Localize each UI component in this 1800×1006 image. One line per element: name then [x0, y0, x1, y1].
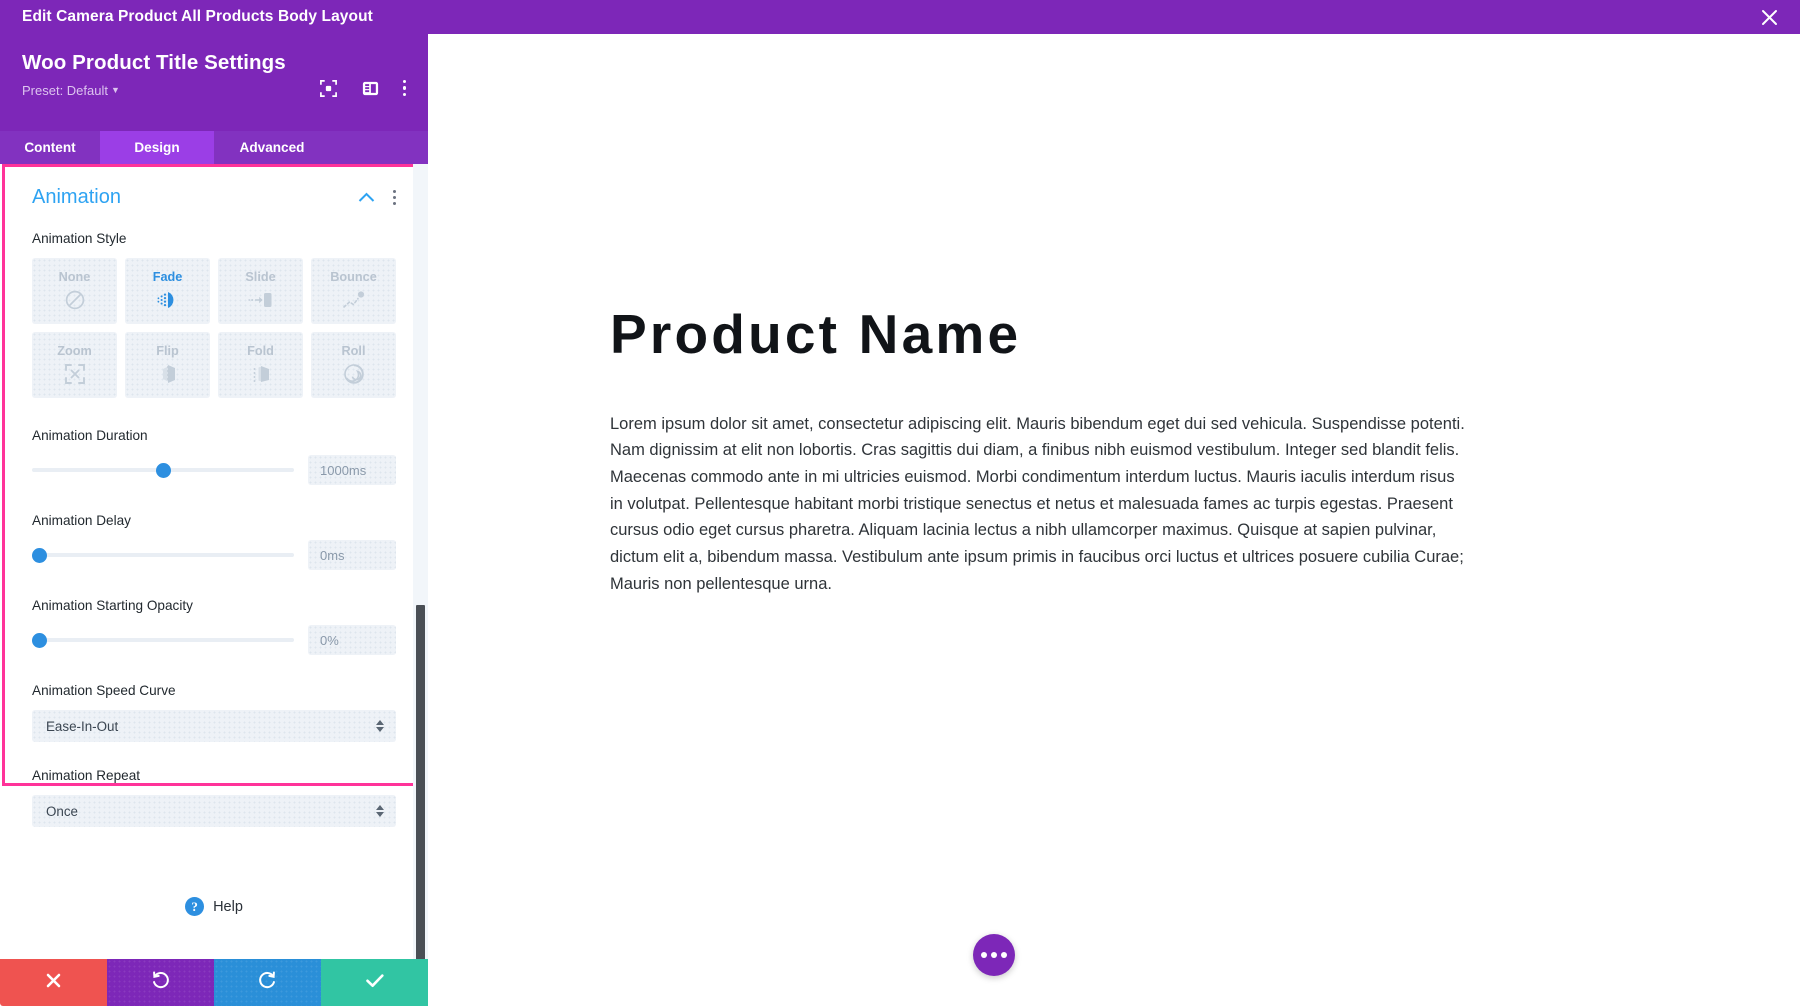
animation-duration-slider[interactable]: [32, 461, 294, 479]
undo-button[interactable]: [107, 959, 214, 1006]
redo-button[interactable]: [214, 959, 321, 1006]
no-entry-icon: [64, 287, 86, 313]
animation-repeat-select[interactable]: Once: [32, 795, 396, 827]
animation-option-bounce[interactable]: Bounce: [311, 258, 396, 324]
cancel-button[interactable]: [0, 959, 107, 1006]
animation-option-label: Bounce: [330, 269, 377, 284]
panel-title: Woo Product Title Settings: [22, 51, 286, 74]
animation-speed-curve-value: Ease-In-Out: [46, 718, 119, 734]
animation-duration-row: 1000ms: [32, 455, 396, 485]
animation-option-fade[interactable]: Fade: [125, 258, 210, 324]
flip-icon: [155, 361, 181, 387]
tab-design[interactable]: Design: [100, 131, 214, 164]
slider-thumb[interactable]: [156, 463, 171, 478]
select-arrows-icon: [376, 805, 384, 817]
focus-target-icon[interactable]: [319, 78, 339, 98]
animation-section: Animation Animation Style None Fade Slid…: [0, 164, 428, 827]
slide-icon: [247, 287, 275, 313]
animation-style-label: Animation Style: [32, 231, 127, 246]
animation-option-label: Flip: [156, 343, 179, 358]
tab-content[interactable]: Content: [0, 131, 100, 164]
animation-option-label: None: [58, 269, 91, 284]
preset-label: Preset: Default: [22, 83, 108, 98]
roll-spiral-icon: [342, 361, 366, 387]
animation-option-label: Fold: [247, 343, 274, 358]
zoom-expand-icon: [63, 361, 87, 387]
overflow-menu-icon[interactable]: [402, 80, 406, 96]
animation-duration-input[interactable]: 1000ms: [308, 455, 396, 485]
chevron-down-icon: ▼: [111, 85, 120, 95]
more-options-icon[interactable]: [973, 934, 1015, 976]
panel-header: Woo Product Title Settings Preset: Defau…: [0, 34, 428, 131]
chevron-up-icon[interactable]: [358, 192, 375, 203]
panel-header-icons: [319, 78, 406, 98]
animation-starting-opacity-slider[interactable]: [32, 631, 294, 649]
animation-starting-opacity-row: 0%: [32, 625, 396, 655]
animation-speed-curve-label: Animation Speed Curve: [32, 683, 176, 698]
animation-delay-input[interactable]: 0ms: [308, 540, 396, 570]
animation-option-slide[interactable]: Slide: [218, 258, 303, 324]
animation-option-label: Roll: [341, 343, 366, 358]
animation-repeat-label: Animation Repeat: [32, 768, 141, 783]
preset-selector[interactable]: Preset: Default ▼: [22, 83, 120, 98]
animation-style-grid: None Fade Slide Bounce Zoom Flip Fold Ro…: [32, 258, 396, 398]
layout-panel-icon[interactable]: [361, 78, 381, 98]
animation-option-label: Zoom: [57, 343, 92, 358]
fold-icon: [248, 361, 274, 387]
animation-section-header: Animation: [32, 186, 396, 209]
animation-starting-opacity-label: Animation Starting Opacity: [32, 598, 193, 613]
animation-speed-curve-select[interactable]: Ease-In-Out: [32, 710, 396, 742]
animation-option-label: Slide: [245, 269, 276, 284]
section-title: Animation: [32, 186, 121, 208]
x-icon: [45, 972, 62, 994]
animation-starting-opacity-input[interactable]: 0%: [308, 625, 396, 655]
panel-action-bar: [0, 959, 428, 1006]
layout-title: Edit Camera Product All Products Body La…: [22, 8, 373, 25]
divi-builder-screen: Edit Camera Product All Products Body La…: [0, 0, 1800, 1006]
slider-track: [32, 638, 294, 642]
animation-option-label: Fade: [152, 269, 183, 284]
animation-option-fold[interactable]: Fold: [218, 332, 303, 398]
slider-track: [32, 553, 294, 557]
bounce-icon: [340, 287, 368, 313]
animation-duration-label: Animation Duration: [32, 428, 148, 443]
animation-option-none[interactable]: None: [32, 258, 117, 324]
select-arrows-icon: [376, 720, 384, 732]
animation-option-zoom[interactable]: Zoom: [32, 332, 117, 398]
product-description: Lorem ipsum dolor sit amet, consectetur …: [610, 414, 1465, 593]
tab-advanced[interactable]: Advanced: [214, 131, 330, 164]
page-preview-canvas: Product Name Lorem ipsum dolor sit amet,…: [428, 34, 1800, 1006]
help-button[interactable]: ? Help: [185, 897, 243, 916]
panel-body: Animation Animation Style None Fade Slid…: [0, 164, 428, 1006]
fade-icon: [155, 287, 181, 313]
slider-thumb[interactable]: [32, 633, 47, 648]
save-button[interactable]: [321, 959, 428, 1006]
undo-arrow-icon: [150, 970, 171, 996]
settings-tabs: Content Design Advanced: [0, 131, 428, 164]
animation-option-roll[interactable]: Roll: [311, 332, 396, 398]
help-label: Help: [213, 898, 243, 915]
animation-repeat-value: Once: [46, 803, 79, 819]
animation-delay-label: Animation Delay: [32, 513, 131, 528]
close-icon[interactable]: [1756, 4, 1782, 30]
animation-option-flip[interactable]: Flip: [125, 332, 210, 398]
redo-arrow-icon: [257, 970, 278, 996]
animation-delay-slider[interactable]: [32, 546, 294, 564]
check-icon: [365, 972, 385, 994]
slider-thumb[interactable]: [32, 548, 47, 563]
module-settings-panel: Woo Product Title Settings Preset: Defau…: [0, 34, 428, 1006]
question-mark-icon: ?: [185, 897, 205, 916]
section-overflow-menu-icon[interactable]: [392, 189, 396, 206]
top-title-bar: Edit Camera Product All Products Body La…: [0, 0, 1800, 34]
panel-scrollbar-thumb[interactable]: [416, 605, 425, 1006]
animation-delay-row: 0ms: [32, 540, 396, 570]
product-title: Product Name: [610, 303, 1022, 365]
